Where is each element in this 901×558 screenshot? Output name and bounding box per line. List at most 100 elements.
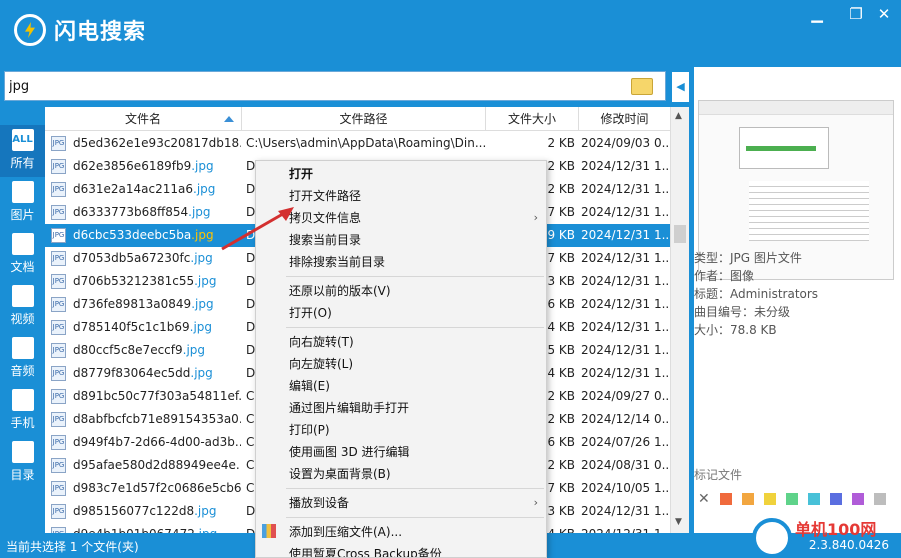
search-input[interactable] — [9, 72, 609, 100]
jpg-file-icon: JPG — [51, 481, 66, 496]
scroll-up-icon[interactable]: ▲ — [675, 111, 682, 121]
title-bar: 闪电搜索 ▁ ❐ ✕ — [0, 0, 901, 67]
menu-item-label: 通过图片编辑助手打开 — [289, 401, 410, 415]
file-name: d983c7e1d57f2c0686e5cb6... — [73, 481, 241, 495]
context-menu-item[interactable]: 使用画图 3D 进行编辑 — [256, 441, 546, 463]
close-button[interactable]: ✕ — [873, 4, 895, 24]
file-name: d785140f5c1c1b69 — [73, 320, 190, 334]
tag-color-swatch[interactable] — [830, 493, 842, 505]
column-header-date[interactable]: 修改时间 — [579, 107, 670, 131]
jpg-file-icon: JPG — [51, 320, 66, 335]
file-size-cell: 2 KB — [547, 136, 575, 150]
context-menu-item[interactable]: 向左旋转(L) — [256, 353, 546, 375]
context-menu-item[interactable]: 使用暂夏Cross Backup备份 — [256, 543, 546, 558]
context-menu-item[interactable]: 添加到压缩文件(A)... — [256, 521, 546, 543]
jpg-file-icon: JPG — [51, 412, 66, 427]
column-header-name[interactable]: 文件名 — [45, 107, 242, 131]
context-menu-item[interactable]: 通过图片编辑助手打开 — [256, 397, 546, 419]
modified-date-cell: 2024/07/26 1... — [581, 435, 669, 449]
file-extension: .jpg — [194, 504, 217, 518]
sidebar-item-phone[interactable]: 手机 — [0, 385, 45, 437]
context-menu-item[interactable]: 打开(O) — [256, 302, 546, 324]
jpg-file-icon: JPG — [51, 136, 66, 151]
file-name: d62e3856e6189fb9 — [73, 159, 192, 173]
context-menu-item[interactable]: 打开 — [256, 163, 546, 185]
preview-title: 标题：Administrators — [694, 287, 819, 301]
context-menu-item[interactable]: 打印(P) — [256, 419, 546, 441]
modified-date-cell: 2024/12/31 1... — [581, 523, 669, 533]
file-name-cell: d8abfbcfcb71e89154353a0... — [73, 408, 241, 431]
menu-item-label: 打开 — [289, 167, 314, 181]
preview-panel: 类型：JPG 图片文件 作者：图像 标题：Administrators 曲目编号… — [694, 67, 901, 533]
modified-date-cell: 2024/09/03 0... — [581, 136, 669, 150]
clear-tag-icon[interactable]: ✕ — [698, 492, 710, 506]
jpg-file-icon: JPG — [51, 458, 66, 473]
context-menu-item[interactable]: 播放到设备 › — [256, 492, 546, 514]
tag-color-swatch[interactable] — [808, 493, 820, 505]
modified-date-cell: 2024/12/31 1... — [581, 182, 669, 196]
file-extension: .jpg — [190, 366, 213, 380]
menu-separator — [286, 488, 544, 489]
modified-date-cell: 2024/10/05 1... — [581, 481, 669, 495]
document-icon — [11, 233, 34, 255]
column-header-size[interactable]: 文件大小 — [486, 107, 579, 131]
status-text: 当前共选择 1 个文件(夹) — [6, 540, 139, 554]
tag-color-swatch[interactable] — [874, 493, 886, 505]
preview-type: 类型：JPG 图片文件 — [694, 251, 802, 265]
scrollbar-thumb[interactable] — [674, 225, 686, 243]
file-name: d706b53212381c55 — [73, 274, 195, 288]
menu-item-label: 打印(P) — [289, 423, 330, 437]
modified-date-cell: 2024/12/31 1... — [581, 297, 669, 311]
context-menu-item[interactable]: 设置为桌面背景(B) — [256, 463, 546, 485]
archive-icon — [262, 524, 276, 538]
context-menu-item[interactable]: 排除搜索当前目录 — [256, 251, 546, 273]
sort-ascending-icon — [224, 116, 234, 122]
file-name: d95afae580d2d88949ee4e... — [73, 458, 241, 472]
tag-color-swatch[interactable] — [764, 493, 776, 505]
menu-item-label: 播放到设备 — [289, 496, 350, 510]
preview-author: 作者：图像 — [694, 269, 755, 283]
modified-date-cell: 2024/12/31 1... — [581, 320, 669, 334]
file-name-cell: d6cbc533deebc5ba.jpg — [73, 224, 241, 247]
sidebar-item-label: 目录 — [10, 468, 35, 482]
preview-size: 大小：78.8 KB — [694, 323, 777, 337]
minimize-button[interactable]: ▁ — [806, 4, 828, 24]
sidebar-item-label: 音频 — [10, 364, 35, 378]
modified-date-cell: 2024/08/31 0... — [581, 458, 669, 472]
sidebar-item-documents[interactable]: 文档 — [0, 229, 45, 281]
context-menu-item[interactable]: 编辑(E) — [256, 375, 546, 397]
column-header-path[interactable]: 文件路径 — [242, 107, 486, 131]
context-menu-item[interactable]: 打开文件路径 — [256, 185, 546, 207]
context-menu-item[interactable]: 向右旋转(T) — [256, 331, 546, 353]
jpg-file-icon: JPG — [51, 343, 66, 358]
tag-color-swatch[interactable] — [786, 493, 798, 505]
menu-item-label: 还原以前的版本(V) — [289, 284, 391, 298]
context-menu-item[interactable]: 搜索当前目录 — [256, 229, 546, 251]
file-extension: .jpg — [190, 251, 213, 265]
sidebar-item-folders[interactable]: 目录 — [0, 437, 45, 489]
menu-item-label: 搜索当前目录 — [289, 233, 362, 247]
context-menu-item[interactable]: 还原以前的版本(V) — [256, 280, 546, 302]
tag-color-swatch[interactable] — [720, 493, 732, 505]
collapse-panel-button[interactable]: ◀ — [672, 72, 689, 102]
sidebar-item-all[interactable]: ALL 所有 — [0, 125, 45, 177]
sidebar-item-images[interactable]: 图片 — [0, 177, 45, 229]
file-name-cell: d8779f83064ec5dd.jpg — [73, 362, 241, 385]
sidebar-item-videos[interactable]: 视频 — [0, 281, 45, 333]
tag-color-swatch[interactable] — [852, 493, 864, 505]
jpg-file-icon: JPG — [51, 205, 66, 220]
sidebar-item-audio[interactable]: 音频 — [0, 333, 45, 385]
context-menu: 打开打开文件路径 拷贝文件信息 › 搜索当前目录排除搜索当前目录还原以前的版本(V) 打… — [255, 160, 547, 558]
file-name-cell: d736fe89813a0849.jpg — [73, 293, 241, 316]
menu-item-label: 使用暂夏Cross Backup备份 — [289, 547, 442, 558]
tag-color-swatch[interactable] — [742, 493, 754, 505]
table-row[interactable]: JPG d5ed362e1e93c20817db18... C:\Users\adm… — [45, 132, 670, 155]
maximize-button[interactable]: ❐ — [845, 4, 867, 24]
sidebar-item-label: 视频 — [10, 312, 35, 326]
file-name: d949f4b7-2d66-4d00-ad3b... — [73, 435, 241, 449]
folder-icon[interactable] — [631, 78, 653, 95]
file-name: d8abfbcfcb71e89154353a0... — [73, 412, 241, 426]
vertical-scrollbar[interactable]: ▲ ▼ — [670, 107, 689, 533]
scroll-down-icon[interactable]: ▼ — [675, 517, 682, 527]
context-menu-item[interactable]: 拷贝文件信息 › — [256, 207, 546, 229]
